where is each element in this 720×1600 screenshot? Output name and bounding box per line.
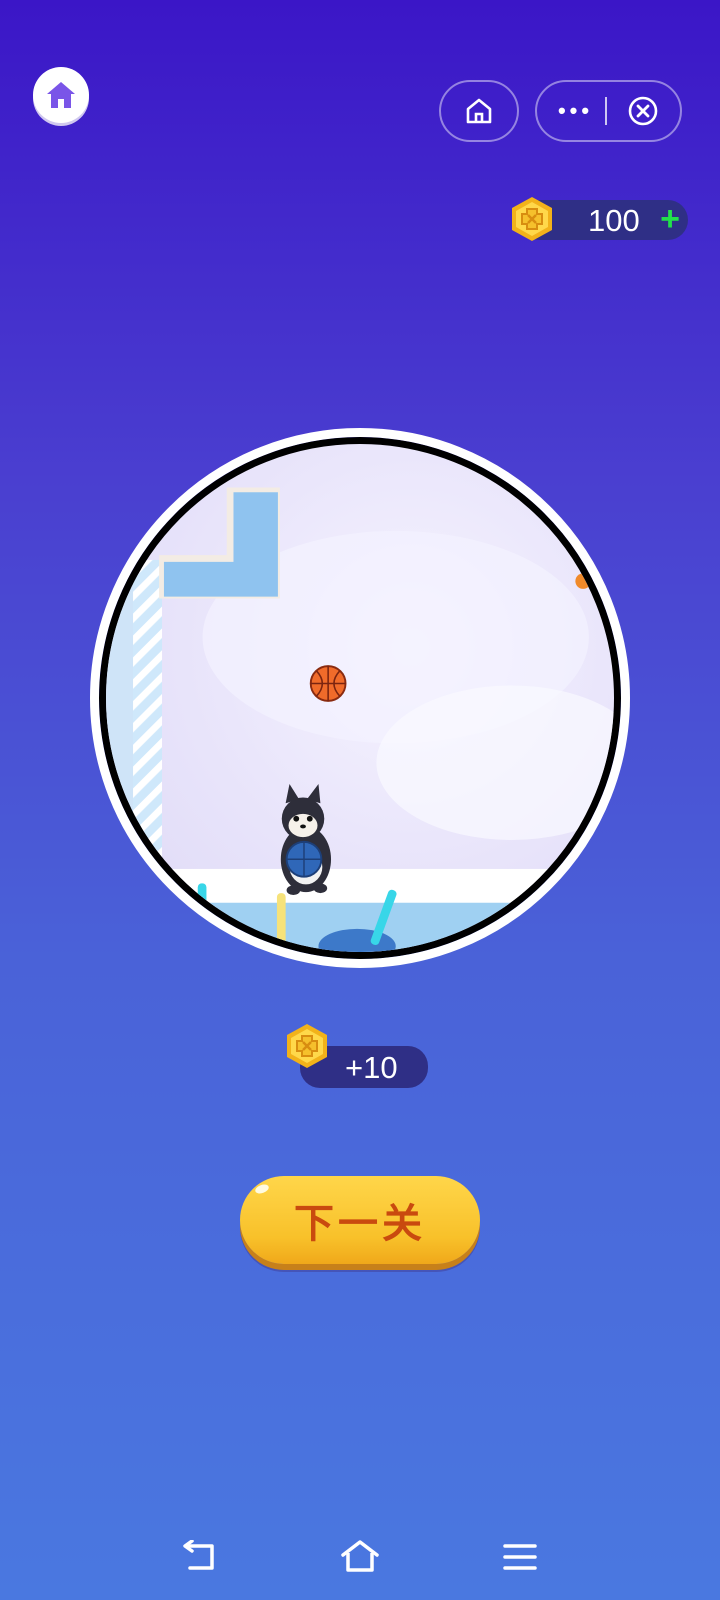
level-result-scene [90, 428, 630, 968]
scene-artwork [106, 444, 614, 952]
coin-balance-value: 100 [588, 203, 640, 238]
menu-lines-icon [503, 1544, 537, 1570]
system-back-button[interactable] [178, 1535, 222, 1579]
basketball [309, 665, 347, 702]
next-level-button[interactable]: 下一关 [240, 1176, 480, 1264]
reward-amount: +10 [345, 1050, 398, 1085]
dog-character [280, 783, 332, 896]
more-dots-icon[interactable]: ••• [558, 100, 593, 122]
striped-pillar [133, 559, 163, 869]
gold-hex-coin-icon [512, 197, 552, 241]
capsule-divider [605, 97, 608, 125]
add-coins-button[interactable]: + [660, 202, 680, 236]
home-button[interactable] [33, 67, 89, 123]
mini-program-home-button[interactable] [439, 80, 519, 142]
next-level-label: 下一关 [294, 1202, 426, 1246]
house-icon [47, 82, 75, 108]
gold-hex-coin-icon [287, 1024, 327, 1068]
back-arrow-icon [183, 1540, 214, 1570]
platform-block [163, 492, 278, 597]
left-wall [106, 444, 135, 952]
system-home-button[interactable] [338, 1535, 382, 1579]
system-menu-button[interactable] [498, 1535, 542, 1579]
house-outline-icon [466, 98, 492, 124]
mini-program-capsule: ••• [535, 80, 682, 142]
home-outline-icon [341, 1540, 379, 1572]
close-circle-icon[interactable] [627, 95, 659, 127]
